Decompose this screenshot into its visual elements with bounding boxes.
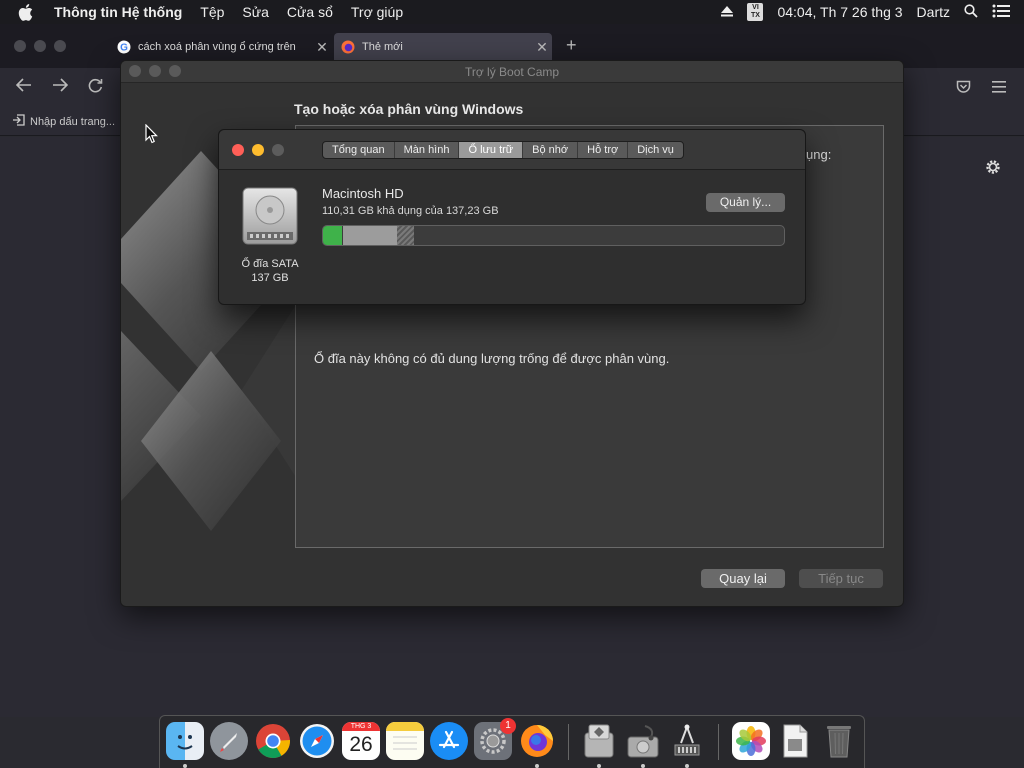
drive-size: 137 GB xyxy=(251,272,289,284)
hard-drive-icon xyxy=(242,187,298,245)
back-arrow-icon[interactable] xyxy=(15,78,32,97)
boot-camp-partial-text: ụng: xyxy=(806,147,832,162)
tab-storage[interactable]: Ổ lưu trữ xyxy=(459,142,524,158)
running-indicator xyxy=(685,764,689,768)
calendar-day: 26 xyxy=(349,733,373,756)
manage-button[interactable]: Quản lý... xyxy=(706,193,785,212)
window-controls xyxy=(232,144,284,156)
pocket-icon[interactable] xyxy=(956,80,971,97)
import-bookmarks-label: Nhập dấu trang... xyxy=(30,115,116,128)
continue-button[interactable]: Tiếp tục xyxy=(799,569,883,588)
calendar-icon[interactable]: THG 3 26 xyxy=(342,722,380,760)
settings-gear-icon[interactable] xyxy=(984,158,1002,179)
menu-edit[interactable]: Sửa xyxy=(242,4,269,20)
boot-camp-titlebar: Trợ lý Boot Camp xyxy=(121,61,903,83)
dock-separator xyxy=(568,724,569,760)
reload-icon[interactable] xyxy=(88,78,103,98)
input-source-icon[interactable]: VI TX xyxy=(747,3,764,21)
tab-memory[interactable]: Bộ nhớ xyxy=(523,142,579,158)
system-information-tabs: Tổng quan Màn hình Ổ lưu trữ Bộ nhớ Hỗ t… xyxy=(322,141,684,159)
boot-camp-message: Ổ đĩa này không có đủ dung lượng trống đ… xyxy=(314,351,670,366)
photos-icon[interactable] xyxy=(732,722,770,760)
tab-service[interactable]: Dịch vụ xyxy=(628,142,683,158)
chrome-icon[interactable] xyxy=(254,722,292,760)
google-icon: G xyxy=(116,39,132,55)
running-indicator xyxy=(641,764,645,768)
hamburger-menu-icon[interactable] xyxy=(992,80,1006,96)
tab-close-icon[interactable]: ✕ xyxy=(532,39,552,56)
tab-label: Thẻ mới xyxy=(362,41,403,53)
dock-separator xyxy=(718,724,719,760)
boot-camp-title: Trợ lý Boot Camp xyxy=(464,65,560,79)
menu-window[interactable]: Cửa sổ xyxy=(287,4,333,20)
storage-segment-system xyxy=(343,226,397,245)
firefox-tab-new[interactable]: Thẻ mới ✕ xyxy=(334,33,552,61)
zoom-window-icon[interactable] xyxy=(272,144,284,156)
storage-usage-bar xyxy=(322,225,785,246)
new-tab-button[interactable]: + xyxy=(566,35,577,56)
firefox-icon xyxy=(340,39,356,55)
boot-camp-heading: Tạo hoặc xóa phân vùng Windows xyxy=(294,101,524,117)
close-window-icon[interactable] xyxy=(232,144,244,156)
notification-badge: 1 xyxy=(500,718,516,734)
app-store-icon[interactable] xyxy=(430,722,468,760)
dock: THG 3 26 1 xyxy=(159,715,865,768)
running-indicator xyxy=(183,764,187,768)
disk-utility-icon[interactable] xyxy=(624,722,662,760)
notes-icon[interactable] xyxy=(386,722,424,760)
drive-type-label: Ổ đĩa SATA 137 GB xyxy=(229,257,311,285)
menu-app-name[interactable]: Thông tin Hệ thống xyxy=(54,4,182,20)
drive-availability: 110,31 GB khả dụng của 137,23 GB xyxy=(322,205,499,217)
tab-displays[interactable]: Màn hình xyxy=(395,142,460,158)
eject-icon[interactable] xyxy=(721,4,734,20)
system-information-titlebar: Tổng quan Màn hình Ổ lưu trữ Bộ nhớ Hỗ t… xyxy=(219,130,805,170)
apple-menu-icon[interactable] xyxy=(18,3,40,21)
system-information-window: Tổng quan Màn hình Ổ lưu trữ Bộ nhớ Hỗ t… xyxy=(218,129,806,305)
firefox-tab-search[interactable]: G cách xoá phân vùng ổ cứng trên ✕ xyxy=(110,34,332,60)
finder-icon[interactable] xyxy=(166,722,204,760)
drive-name: Macintosh HD xyxy=(322,186,404,201)
tab-support[interactable]: Hỗ trợ xyxy=(578,142,629,158)
running-indicator xyxy=(535,764,539,768)
menu-bar: Thông tin Hệ thống Tệp Sửa Cửa sổ Trợ gi… xyxy=(0,0,1024,24)
tab-overview[interactable]: Tổng quan xyxy=(323,142,395,158)
preview-icon[interactable] xyxy=(776,722,814,760)
back-button[interactable]: Quay lại xyxy=(701,569,785,588)
mouse-cursor-icon xyxy=(145,124,158,144)
import-icon xyxy=(12,114,25,129)
firefox-window-controls xyxy=(14,40,66,52)
drive-type: Ổ đĩa SATA xyxy=(241,258,299,270)
menu-user[interactable]: Dartz xyxy=(917,4,950,20)
storage-segment-other xyxy=(397,226,414,245)
spotlight-search-icon[interactable] xyxy=(964,3,978,21)
boot-camp-assistant-icon[interactable] xyxy=(580,722,618,760)
svg-text:G: G xyxy=(120,43,128,54)
system-preferences-icon[interactable]: 1 xyxy=(474,718,516,760)
import-bookmarks-link[interactable]: Nhập dấu trang... xyxy=(12,114,115,129)
menu-file[interactable]: Tệp xyxy=(200,4,224,20)
launchpad-icon[interactable] xyxy=(210,722,248,760)
calendar-month: THG 3 xyxy=(342,722,380,731)
menu-clock[interactable]: 04:04, Th 7 26 thg 3 xyxy=(777,4,902,20)
firefox-icon[interactable] xyxy=(518,722,556,760)
system-information-icon[interactable] xyxy=(668,722,706,760)
control-center-icon[interactable] xyxy=(992,4,1010,21)
trash-icon[interactable] xyxy=(820,722,858,760)
minimize-window-icon[interactable] xyxy=(252,144,264,156)
tab-close-icon[interactable]: ✕ xyxy=(312,39,332,56)
tab-label: cách xoá phân vùng ổ cứng trên xyxy=(138,41,296,53)
safari-icon[interactable] xyxy=(298,722,336,760)
menu-help[interactable]: Trợ giúp xyxy=(351,4,403,20)
forward-arrow-icon[interactable] xyxy=(52,78,69,97)
running-indicator xyxy=(597,764,601,768)
storage-segment-apps xyxy=(323,226,342,245)
